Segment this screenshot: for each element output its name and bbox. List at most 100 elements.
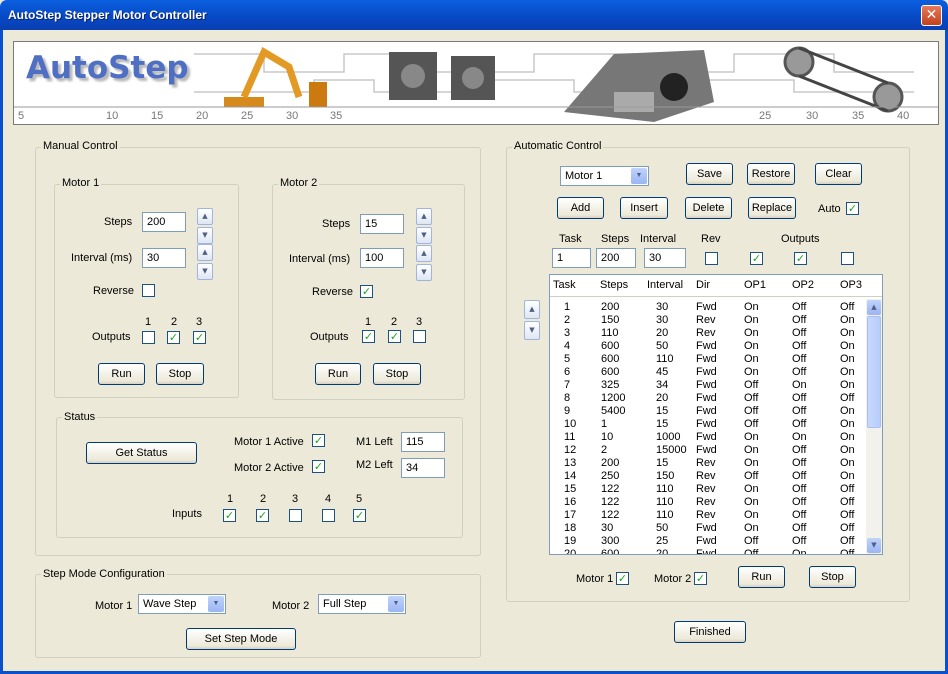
auto-motor2-checkbox[interactable]: ✓ bbox=[694, 572, 707, 585]
m2-interval-spinner[interactable]: ▲ ▼ bbox=[416, 245, 432, 281]
table-row[interactable]: 15 122 110 Rev On Off Off bbox=[550, 483, 866, 496]
table-row[interactable]: 13 200 15 Rev On Off On bbox=[550, 457, 866, 470]
m2-steps-spinner[interactable]: ▲ ▼ bbox=[416, 208, 432, 244]
m1-reverse-checkbox[interactable] bbox=[142, 284, 155, 297]
sm-motor2-select[interactable]: Full Step ▼ bbox=[318, 594, 406, 614]
m2-interval-input[interactable]: 100 bbox=[360, 248, 404, 268]
auto-interval-input[interactable]: 30 bbox=[644, 248, 686, 268]
table-row[interactable]: 8 1200 20 Fwd Off Off Off bbox=[550, 392, 866, 405]
spin-up-icon[interactable]: ▲ bbox=[416, 208, 432, 225]
m2-output1-checkbox[interactable]: ✓ bbox=[362, 330, 375, 343]
finished-button[interactable]: Finished bbox=[674, 621, 746, 643]
table-row[interactable]: 17 122 110 Rev On Off Off bbox=[550, 509, 866, 522]
auto-motor-select[interactable]: Motor 1 ▼ bbox=[560, 166, 649, 186]
m1-output3-checkbox[interactable]: ✓ bbox=[193, 331, 206, 344]
auto-motor2-label: Motor 2 bbox=[654, 573, 692, 585]
column-header[interactable]: Steps bbox=[600, 279, 628, 291]
m1-steps-spinner[interactable]: ▲ ▼ bbox=[197, 208, 213, 244]
spin-down-icon[interactable]: ▼ bbox=[416, 227, 432, 244]
spin-down-icon[interactable]: ▼ bbox=[197, 227, 213, 244]
m1-interval-label: Interval (ms) bbox=[71, 252, 133, 264]
m1-run-button[interactable]: Run bbox=[98, 363, 145, 385]
m2-stop-button[interactable]: Stop bbox=[373, 363, 421, 385]
m1-stop-button[interactable]: Stop bbox=[156, 363, 204, 385]
auto-stop-button[interactable]: Stop bbox=[809, 566, 856, 588]
spin-up-icon[interactable]: ▲ bbox=[197, 244, 213, 261]
m1-interval-spinner[interactable]: ▲ ▼ bbox=[197, 244, 213, 280]
m2-output3-checkbox[interactable] bbox=[413, 330, 426, 343]
op3-checkbox[interactable] bbox=[841, 252, 854, 265]
auto-steps-input[interactable]: 200 bbox=[596, 248, 636, 268]
column-header[interactable]: Interval bbox=[647, 279, 683, 291]
sm-motor1-select[interactable]: Wave Step ▼ bbox=[138, 594, 226, 614]
op2-checkbox[interactable]: ✓ bbox=[794, 252, 807, 265]
table-row[interactable]: 18 30 50 Fwd On Off Off bbox=[550, 522, 866, 535]
chevron-down-icon[interactable]: ▼ bbox=[208, 596, 224, 612]
clear-button[interactable]: Clear bbox=[815, 163, 862, 185]
auto-motor1-checkbox[interactable]: ✓ bbox=[616, 572, 629, 585]
chevron-down-icon[interactable]: ▼ bbox=[388, 596, 404, 612]
spin-down-icon[interactable]: ▼ bbox=[197, 263, 213, 280]
auto-run-button[interactable]: Run bbox=[738, 566, 785, 588]
table-row[interactable]: 10 1 15 Fwd Off Off On bbox=[550, 418, 866, 431]
table-row[interactable]: 11 10 1000 Fwd On On On bbox=[550, 431, 866, 444]
save-button[interactable]: Save bbox=[686, 163, 733, 185]
m2-interval-label: Interval (ms) bbox=[289, 253, 351, 265]
replace-button[interactable]: Replace bbox=[748, 197, 796, 219]
table-row[interactable]: 4 600 50 Fwd On Off On bbox=[550, 340, 866, 353]
close-button[interactable]: ✕ bbox=[921, 5, 942, 26]
m1-output1-checkbox[interactable] bbox=[142, 331, 155, 344]
table-row[interactable]: 5 600 110 Fwd On Off On bbox=[550, 353, 866, 366]
insert-button[interactable]: Insert bbox=[620, 197, 668, 219]
m1-steps-input[interactable]: 200 bbox=[142, 212, 186, 232]
table-row[interactable]: 1 200 30 Fwd On Off Off bbox=[550, 301, 866, 314]
table-row[interactable]: 7 325 34 Fwd Off On On bbox=[550, 379, 866, 392]
spin-up-icon[interactable]: ▲ bbox=[416, 245, 432, 262]
column-header[interactable]: Dir bbox=[696, 279, 710, 291]
task-input[interactable]: 1 bbox=[552, 248, 591, 268]
rev-checkbox[interactable] bbox=[705, 252, 718, 265]
m2-steps-input[interactable]: 15 bbox=[360, 214, 404, 234]
m1-output2-checkbox[interactable]: ✓ bbox=[167, 331, 180, 344]
table-cell: On bbox=[744, 327, 759, 339]
column-header[interactable]: OP1 bbox=[744, 279, 766, 291]
column-header[interactable]: Task bbox=[553, 279, 576, 291]
reorder-spinner[interactable]: ▲ ▼ bbox=[524, 300, 540, 342]
m2-reverse-checkbox[interactable]: ✓ bbox=[360, 285, 373, 298]
scroll-thumb[interactable] bbox=[867, 316, 881, 428]
scroll-down-icon[interactable]: ▼ bbox=[867, 538, 881, 553]
add-button[interactable]: Add bbox=[557, 197, 604, 219]
rev-label: Rev bbox=[701, 233, 721, 245]
task-list-scrollbar[interactable]: ▲ ▼ bbox=[866, 299, 882, 554]
table-row[interactable]: 9 5400 15 Fwd Off Off On bbox=[550, 405, 866, 418]
delete-button[interactable]: Delete bbox=[685, 197, 732, 219]
table-row[interactable]: 12 2 15000 Fwd On Off On bbox=[550, 444, 866, 457]
restore-button[interactable]: Restore bbox=[747, 163, 795, 185]
column-header[interactable]: OP2 bbox=[792, 279, 814, 291]
chevron-down-icon[interactable]: ▼ bbox=[631, 168, 647, 184]
spin-up-icon[interactable]: ▲ bbox=[197, 208, 213, 225]
sm-motor2-value: Full Step bbox=[323, 598, 367, 610]
move-up-icon[interactable]: ▲ bbox=[524, 300, 540, 319]
table-row[interactable]: 19 300 25 Fwd Off Off Off bbox=[550, 535, 866, 548]
scroll-up-icon[interactable]: ▲ bbox=[867, 300, 881, 315]
op1-checkbox[interactable]: ✓ bbox=[750, 252, 763, 265]
input2-checkbox: ✓ bbox=[256, 509, 269, 522]
m2-output2-checkbox[interactable]: ✓ bbox=[388, 330, 401, 343]
column-header[interactable]: OP3 bbox=[840, 279, 862, 291]
auto-checkbox[interactable]: ✓ bbox=[846, 202, 859, 215]
table-row[interactable]: 2 150 30 Rev On Off On bbox=[550, 314, 866, 327]
table-row[interactable]: 16 122 110 Rev On Off Off bbox=[550, 496, 866, 509]
table-row[interactable]: 6 600 45 Fwd On Off On bbox=[550, 366, 866, 379]
table-row[interactable]: 20 600 20 Fwd Off On Off bbox=[550, 548, 866, 554]
set-step-mode-button[interactable]: Set Step Mode bbox=[186, 628, 296, 650]
m1-interval-input[interactable]: 30 bbox=[142, 248, 186, 268]
get-status-button[interactable]: Get Status bbox=[86, 442, 197, 464]
table-row[interactable]: 3 110 20 Rev On Off On bbox=[550, 327, 866, 340]
stepper-motor-icon bbox=[389, 52, 495, 100]
table-row[interactable]: 14 250 150 Rev Off Off On bbox=[550, 470, 866, 483]
spin-down-icon[interactable]: ▼ bbox=[416, 264, 432, 281]
m2-run-button[interactable]: Run bbox=[315, 363, 361, 385]
task-list[interactable]: Task Steps Interval Dir OP1 OP2 OP3 1 200… bbox=[549, 274, 883, 555]
move-down-icon[interactable]: ▼ bbox=[524, 321, 540, 340]
